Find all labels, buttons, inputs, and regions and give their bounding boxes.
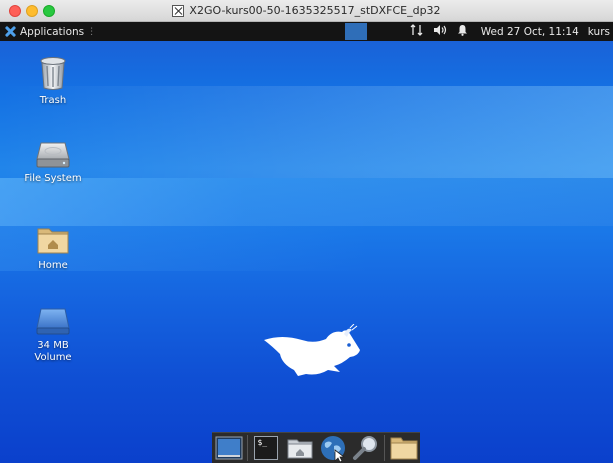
removable-drive-icon	[36, 308, 70, 335]
desktop-icon-label: Trash	[39, 95, 67, 106]
hard-drive-icon	[36, 142, 70, 168]
panel-separator-handle: ⋮	[87, 26, 97, 37]
dock-separator	[247, 435, 248, 461]
dock-app-finder[interactable]	[349, 433, 382, 463]
desktop-icon-label: Home	[38, 260, 68, 271]
desktop-icon-label: 34 MB Volume	[34, 340, 72, 363]
applications-label: Applications	[20, 25, 85, 38]
wallpaper-streak	[0, 86, 613, 178]
home-folder-icon	[37, 228, 69, 254]
dock-web-browser[interactable]	[316, 433, 349, 463]
terminal-icon: $_	[254, 436, 279, 460]
top-panel: Applications ⋮ Wed 27 Oct, 11:14 kurs	[0, 22, 613, 41]
dock-separator	[384, 435, 386, 461]
dock-show-desktop[interactable]	[212, 433, 245, 463]
desktop-icon-volume[interactable]: 34 MB Volume	[18, 306, 88, 364]
home-folder-icon	[287, 439, 312, 459]
desktop[interactable]: Trash File System Home 34 MB Volume $_	[0, 41, 613, 463]
dock-terminal[interactable]: $_	[250, 433, 283, 463]
xfce-logo-icon	[4, 25, 17, 38]
window-title-area: X2GO-kurs00-50-1635325517_stDXFCE_dp32	[0, 0, 613, 21]
desktop-icon-trash[interactable]: Trash	[18, 55, 88, 107]
dock-folder[interactable]	[387, 433, 420, 463]
clock[interactable]: Wed 27 Oct, 11:14	[481, 26, 579, 38]
remote-desktop-window: X2GO-kurs00-50-1635325517_stDXFCE_dp32 A…	[0, 0, 613, 463]
xfce-mouse-logo	[264, 324, 360, 376]
wallpaper-streak	[0, 178, 613, 226]
applications-menu-button[interactable]: Applications ⋮	[4, 22, 96, 41]
dock-file-manager[interactable]	[283, 433, 316, 463]
window-titlebar[interactable]: X2GO-kurs00-50-1635325517_stDXFCE_dp32	[0, 0, 613, 22]
bell-icon[interactable]	[457, 24, 468, 39]
desktop-icon-home[interactable]: Home	[18, 224, 88, 272]
taskbar-window-button[interactable]	[345, 23, 367, 40]
desktop-icon	[215, 436, 242, 460]
network-icon[interactable]	[410, 24, 424, 39]
system-tray: Wed 27 Oct, 11:14 kurs	[410, 22, 613, 41]
x11-icon	[172, 4, 185, 17]
desktop-icon-label: File System	[24, 173, 82, 184]
volume-icon[interactable]	[433, 24, 448, 39]
window-title: X2GO-kurs00-50-1635325517_stDXFCE_dp32	[189, 4, 441, 17]
folder-icon	[390, 437, 418, 460]
user-menu[interactable]: kurs	[588, 26, 610, 38]
globe-icon	[320, 436, 345, 462]
magnifier-icon	[352, 436, 377, 460]
trash-icon	[40, 57, 66, 90]
wallpaper-streak	[0, 226, 613, 271]
bottom-dock: $_	[212, 432, 420, 463]
desktop-icon-file-system[interactable]: File System	[18, 139, 88, 185]
